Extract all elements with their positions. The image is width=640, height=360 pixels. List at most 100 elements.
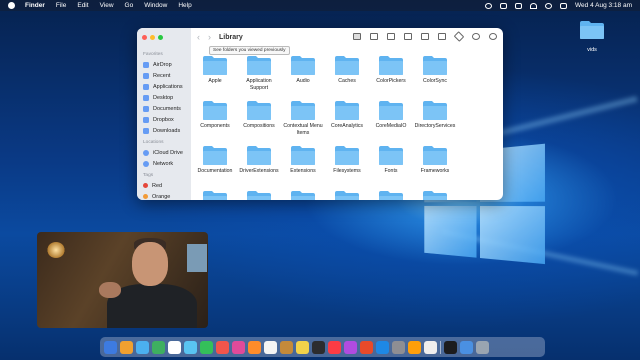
dock-app-icon[interactable] [248, 340, 261, 354]
dock-app-icon[interactable] [424, 340, 437, 354]
dock-app-icon[interactable] [264, 340, 277, 354]
search-icon[interactable] [545, 2, 553, 9]
folder-item[interactable]: Frameworks [413, 145, 457, 175]
folder-item[interactable]: Filesystems [325, 145, 369, 175]
folder-item[interactable]: Audio [281, 55, 325, 85]
record-status-icon[interactable] [485, 2, 493, 9]
sidebar-item-network[interactable]: Network [137, 158, 191, 169]
sidebar-item-recent[interactable]: Recent [137, 70, 191, 81]
dropbox-status-icon[interactable] [500, 2, 508, 9]
menu-go[interactable]: Go [125, 2, 134, 9]
sidebar-item-label: Network [153, 160, 174, 167]
menu-edit[interactable]: Edit [77, 2, 88, 9]
dock-app-icon[interactable] [280, 340, 293, 354]
dock-app-icon[interactable] [152, 340, 165, 354]
folder-item[interactable] [413, 190, 457, 200]
folder-item[interactable]: CoreAnalytics [325, 100, 369, 130]
list-view-button[interactable] [370, 33, 378, 40]
sidebar-header-tags: Tags [143, 173, 154, 178]
folder-label: CoreAnalytics [330, 123, 363, 129]
dock-app-icon[interactable] [232, 340, 245, 354]
minimize-button[interactable] [150, 35, 155, 40]
folder-item[interactable]: Apple [193, 55, 237, 85]
dock-app-icon[interactable] [200, 340, 213, 354]
folder-item[interactable] [193, 190, 237, 200]
dock-app-icon[interactable] [296, 340, 309, 354]
sidebar-item-airdrop[interactable]: AirDrop [137, 59, 191, 70]
wifi-icon[interactable] [530, 2, 538, 9]
folder-item[interactable]: Fonts [369, 145, 413, 175]
desktop-folder-vids[interactable]: vids [578, 20, 606, 53]
sidebar-item-downloads[interactable]: Downloads [137, 125, 191, 136]
folder-item[interactable]: Compositions [237, 100, 281, 130]
dock-app-icon[interactable] [360, 340, 373, 354]
dock-app-icon[interactable] [376, 340, 389, 354]
control-center-icon[interactable] [560, 2, 568, 9]
dock-app-icon[interactable] [216, 340, 229, 354]
folder-item[interactable]: Documentation [193, 145, 237, 175]
sidebar-item-applications[interactable]: Applications [137, 81, 191, 92]
menu-view[interactable]: View [100, 2, 114, 9]
forward-button[interactable]: › [208, 32, 211, 42]
dock-app-icon[interactable] [120, 340, 133, 354]
folder-item[interactable] [281, 190, 325, 200]
folder-item[interactable]: DirectoryServices [413, 100, 457, 130]
dock-app-icon[interactable] [392, 340, 405, 354]
folder-item[interactable]: Contextual Menu Items [281, 100, 325, 136]
menu-file[interactable]: File [56, 2, 66, 9]
dock-app-icon[interactable] [328, 340, 341, 354]
battery-icon[interactable] [515, 2, 523, 9]
group-button[interactable] [421, 33, 429, 40]
folder-icon [203, 191, 227, 200]
folder-item[interactable] [325, 190, 369, 200]
icon-view-button[interactable] [353, 33, 361, 40]
folder-item[interactable]: Extensions [281, 145, 325, 175]
dock-app-icon[interactable] [344, 340, 357, 354]
dock-app-icon[interactable] [136, 340, 149, 354]
gallery-view-button[interactable] [404, 33, 412, 40]
folder-label: CoreMediaIO [375, 123, 407, 129]
sidebar-item-tag-red[interactable]: Red [137, 180, 191, 191]
app-menu-finder[interactable]: Finder [25, 2, 45, 9]
folder-item[interactable]: ColorPickers [369, 55, 413, 85]
folder-item[interactable]: Application Support [237, 55, 281, 91]
sidebar-item-tag-orange[interactable]: Orange [137, 191, 191, 200]
share-button[interactable] [438, 33, 446, 40]
menu-window[interactable]: Window [144, 2, 167, 9]
sidebar-header-favorites: Favorites [143, 52, 163, 57]
sidebar-item-documents[interactable]: Documents [137, 103, 191, 114]
folder-item[interactable]: ColorSync [413, 55, 457, 85]
folder-item[interactable]: DriverExtensions [237, 145, 281, 175]
menu-clock[interactable]: Wed 4 Aug 3:18 am [575, 2, 632, 9]
finder-toolbar: ‹ › Library [191, 28, 503, 46]
apple-menu-icon[interactable] [8, 2, 15, 9]
dock-app-icon[interactable] [104, 340, 117, 354]
folder-icon [203, 56, 227, 75]
folder-item[interactable]: CoreMediaIO [369, 100, 413, 130]
dock-app-icon[interactable] [184, 340, 197, 354]
column-view-button[interactable] [387, 33, 395, 40]
dock-app-icon[interactable] [476, 340, 489, 354]
folder-label: Compositions [243, 123, 275, 129]
folder-item[interactable]: Components [193, 100, 237, 130]
sidebar-item-dropbox[interactable]: Dropbox [137, 114, 191, 125]
dock-app-icon[interactable] [408, 340, 421, 354]
search-button[interactable] [489, 33, 497, 40]
folder-item[interactable] [237, 190, 281, 200]
dock-app-icon[interactable] [460, 340, 473, 354]
folder-item[interactable]: Caches [325, 55, 369, 85]
menu-help[interactable]: Help [178, 2, 191, 9]
action-menu-button[interactable] [472, 33, 480, 40]
dock-app-icon[interactable] [444, 340, 457, 354]
dropbox-icon [143, 116, 149, 123]
close-button[interactable] [142, 35, 147, 40]
zoom-button[interactable] [158, 35, 163, 40]
sidebar-item-desktop[interactable]: Desktop [137, 92, 191, 103]
sidebar-item-icloud[interactable]: iCloud Drive [137, 147, 191, 158]
folder-item[interactable] [369, 190, 413, 200]
dock-app-icon[interactable] [168, 340, 181, 354]
tag-button[interactable] [453, 31, 465, 42]
dock-app-icon[interactable] [312, 340, 325, 354]
back-button[interactable]: ‹ [197, 32, 200, 42]
window-controls [142, 35, 163, 40]
